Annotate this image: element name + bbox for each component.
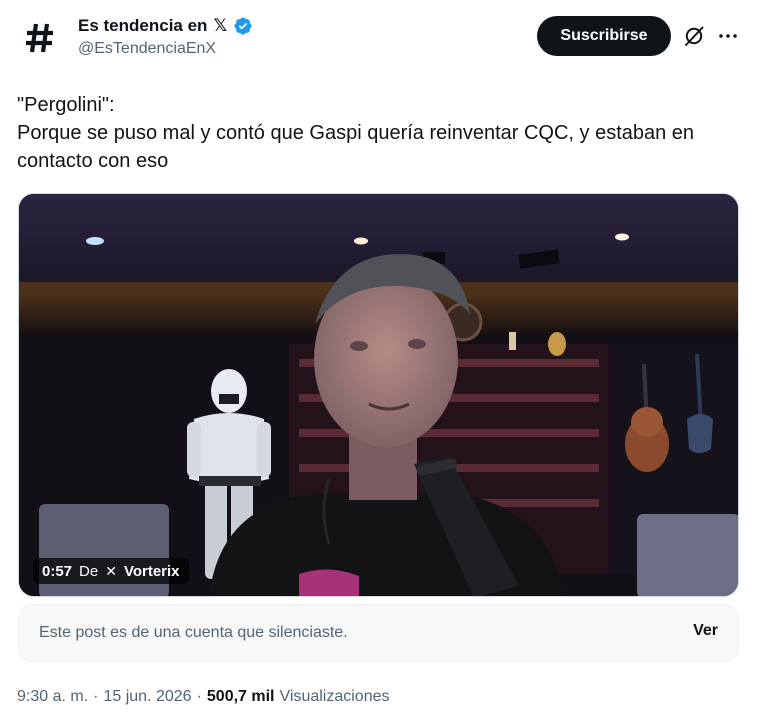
tweet-header: Es tendencia en 𝕏 @EsTendenciaEnX Suscri… <box>16 12 751 68</box>
tweet-date[interactable]: 15 jun. 2026 <box>103 688 191 706</box>
display-name[interactable]: Es tendencia en <box>78 16 207 36</box>
tweet-text-line: contacto con eso <box>17 150 169 172</box>
meta-separator: · <box>93 688 99 705</box>
more-options-icon[interactable] <box>716 24 740 48</box>
hashtag-icon[interactable] <box>16 14 64 62</box>
account-handle[interactable]: @EsTendenciaEnX <box>78 40 253 58</box>
muted-account-notice: Este post es de una cuenta que silencias… <box>18 604 739 662</box>
x-logo-icon: 𝕏 <box>213 16 228 35</box>
video-thumbnail[interactable] <box>19 194 739 597</box>
x-icon: ✕ <box>105 562 117 579</box>
tweet-meta: 9:30 a. m. · 15 jun. 2026 · 500,7 mil Vi… <box>17 688 390 706</box>
video-player[interactable]: 0:57 De ✕ Vorterix <box>18 193 739 597</box>
tweet-time[interactable]: 9:30 a. m. <box>17 688 88 706</box>
views-label: Visualizaciones <box>279 688 390 705</box>
verified-badge-icon <box>234 17 252 35</box>
tweet-text: "Pergolini": Porque se puso mal y contó … <box>17 91 747 175</box>
video-source-badge[interactable]: 0:57 De ✕ Vorterix <box>33 558 189 584</box>
views-count: 500,7 mil <box>206 688 275 705</box>
account-info[interactable]: Es tendencia en 𝕏 @EsTendenciaEnX <box>78 14 253 58</box>
video-duration: 0:57 <box>42 562 73 580</box>
tweet-text-line: Porque se puso mal y contó que Gaspi que… <box>17 122 695 144</box>
subscribe-button[interactable]: Suscribirse <box>537 16 671 56</box>
video-source-name[interactable]: Vorterix <box>124 563 180 580</box>
meta-separator: · <box>196 688 202 705</box>
grok-icon[interactable] <box>682 24 706 48</box>
tweet-text-line: "Pergolini": <box>17 94 115 116</box>
muted-notice-text: Este post es de una cuenta que silencias… <box>39 624 348 641</box>
video-source-prefix: De <box>79 562 99 580</box>
view-button[interactable]: Ver <box>693 622 718 640</box>
